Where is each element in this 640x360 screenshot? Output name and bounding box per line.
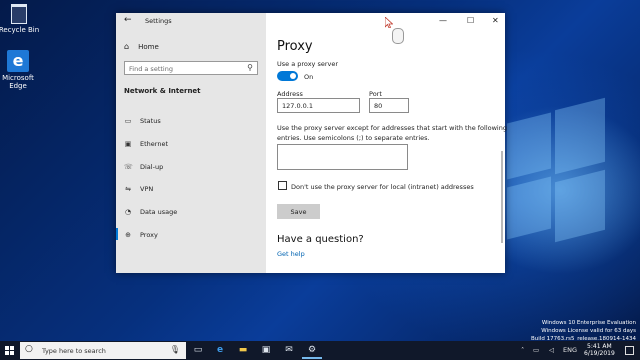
dialup-icon: ☏ [124, 162, 133, 171]
edge-taskbar-icon[interactable]: e [214, 344, 226, 356]
local-bypass-label: Don't use the proxy server for local (in… [291, 183, 474, 191]
window-title: Settings [145, 17, 172, 25]
sidebar-item-label: VPN [140, 185, 154, 194]
taskbar-search-box[interactable]: ○ Type here to search 🎙 [20, 342, 186, 359]
section-heading: Network & Internet [124, 87, 201, 95]
sidebar-item-vpn[interactable]: ⇋ VPN [116, 178, 266, 201]
minimize-button[interactable]: — [439, 16, 447, 25]
clock-date: 6/19/2019 [584, 350, 615, 357]
get-help-link[interactable]: Get help [277, 250, 305, 258]
volume-icon[interactable]: ◁ [549, 346, 554, 354]
save-button[interactable]: Save [277, 204, 320, 219]
home-label: Home [138, 42, 159, 51]
sidebar-item-label: Dial-up [140, 162, 164, 171]
language-indicator[interactable]: ENG [563, 346, 577, 354]
settings-window: ← Settings ⌂ Home Find a setting ⚲ Netwo… [116, 13, 507, 273]
globe-icon: ⊕ [125, 230, 131, 239]
windows-watermark: Windows 10 Enterprise Evaluation Windows… [531, 319, 636, 343]
scrollbar[interactable] [501, 151, 503, 243]
sidebar-item-proxy[interactable]: ⊕ Proxy [116, 223, 266, 246]
vpn-icon: ⇋ [125, 185, 131, 194]
exceptions-field[interactable] [277, 144, 408, 170]
clock-time: 5:41 AM [587, 343, 612, 350]
task-view-icon[interactable]: ▭ [192, 344, 204, 356]
ethernet-icon: ▣ [124, 140, 132, 149]
local-bypass-checkbox[interactable] [278, 181, 287, 190]
sidebar-item-label: Ethernet [140, 140, 168, 149]
back-arrow-icon[interactable]: ← [124, 15, 132, 25]
notifications-icon[interactable] [625, 346, 634, 355]
address-value: 127.0.0.1 [282, 102, 314, 110]
wallpaper-beam [555, 169, 605, 243]
search-placeholder: Find a setting [129, 65, 173, 73]
sidebar-nav: ▭ Status ▣ Ethernet ☏ Dial-up ⇋ VPN ◔ Da… [116, 110, 266, 246]
mail-icon[interactable]: ✉ [283, 344, 295, 356]
desktop-icon-label: Recycle Bin [0, 26, 40, 34]
search-icon: ⚲ [247, 63, 253, 72]
home-icon: ⌂ [124, 42, 130, 51]
file-explorer-icon[interactable]: ▬ [237, 344, 249, 356]
sidebar-item-status[interactable]: ▭ Status [116, 110, 266, 133]
wallpaper-beam [555, 97, 605, 175]
watermark-line: Windows 10 Enterprise Evaluation [541, 320, 636, 326]
address-field[interactable]: 127.0.0.1 [277, 98, 360, 113]
network-icon[interactable]: ▭ [533, 346, 539, 354]
sidebar-item-ethernet[interactable]: ▣ Ethernet [116, 133, 266, 156]
search-input[interactable]: Find a setting ⚲ [124, 61, 258, 75]
toggle-state-label: On [304, 73, 314, 81]
port-field[interactable]: 80 [369, 98, 409, 113]
sidebar: ← Settings ⌂ Home Find a setting ⚲ Netwo… [116, 13, 266, 273]
store-icon[interactable]: ▣ [260, 344, 272, 356]
save-label: Save [290, 207, 307, 216]
start-button[interactable] [5, 346, 15, 356]
maximize-button[interactable]: ☐ [467, 16, 474, 25]
use-proxy-label: Use a proxy server [277, 60, 339, 68]
sidebar-item-data-usage[interactable]: ◔ Data usage [116, 201, 266, 224]
data-usage-icon: ◔ [124, 208, 132, 217]
wallpaper-beam [507, 176, 551, 240]
port-label: Port [369, 90, 382, 98]
page-title: Proxy [277, 39, 313, 54]
sidebar-item-label: Data usage [140, 208, 178, 217]
close-button[interactable]: ✕ [492, 16, 499, 25]
sidebar-item-dialup[interactable]: ☏ Dial-up [116, 155, 266, 178]
sidebar-item-home[interactable]: ⌂ Home [124, 42, 159, 51]
desktop-icon-recycle-bin[interactable]: Recycle Bin [0, 4, 42, 34]
status-icon: ▭ [124, 117, 132, 126]
exceptions-description: Use the proxy server except for addresse… [277, 124, 507, 132]
question-heading: Have a question? [277, 234, 364, 245]
search-icon: ○ [25, 344, 33, 354]
desktop-icon-edge[interactable]: e Microsoft Edge [0, 50, 41, 90]
microphone-icon[interactable]: 🎙 [170, 345, 180, 354]
tray-up-arrow-icon[interactable]: ˄ [521, 346, 524, 354]
address-label: Address [277, 90, 303, 98]
title-bar: ← Settings [116, 13, 266, 28]
clock[interactable]: 5:41 AM 6/19/2019 [584, 343, 615, 357]
mouse-pointer-icon [385, 17, 393, 28]
sidebar-item-label: Proxy [140, 230, 158, 239]
desktop-icon-label: Microsoft Edge [2, 74, 34, 90]
taskbar-search-placeholder: Type here to search [42, 347, 106, 355]
edge-icon: e [7, 50, 29, 72]
taskbar: ○ Type here to search 🎙 ▭ e ▬ ▣ ✉ ⚙ ˄ ▭ … [0, 341, 640, 360]
sidebar-item-label: Status [140, 117, 161, 126]
port-value: 80 [374, 102, 383, 110]
exceptions-description: entries. Use semicolons (;) to separate … [277, 134, 430, 142]
wallpaper-beam [507, 112, 551, 180]
watermark-line: Windows License valid for 63 days [541, 328, 636, 334]
mouse-hint-icon [392, 28, 404, 44]
proxy-toggle[interactable] [277, 71, 298, 81]
recycle-bin-icon [11, 4, 27, 24]
settings-taskbar-icon[interactable]: ⚙ [302, 344, 322, 359]
